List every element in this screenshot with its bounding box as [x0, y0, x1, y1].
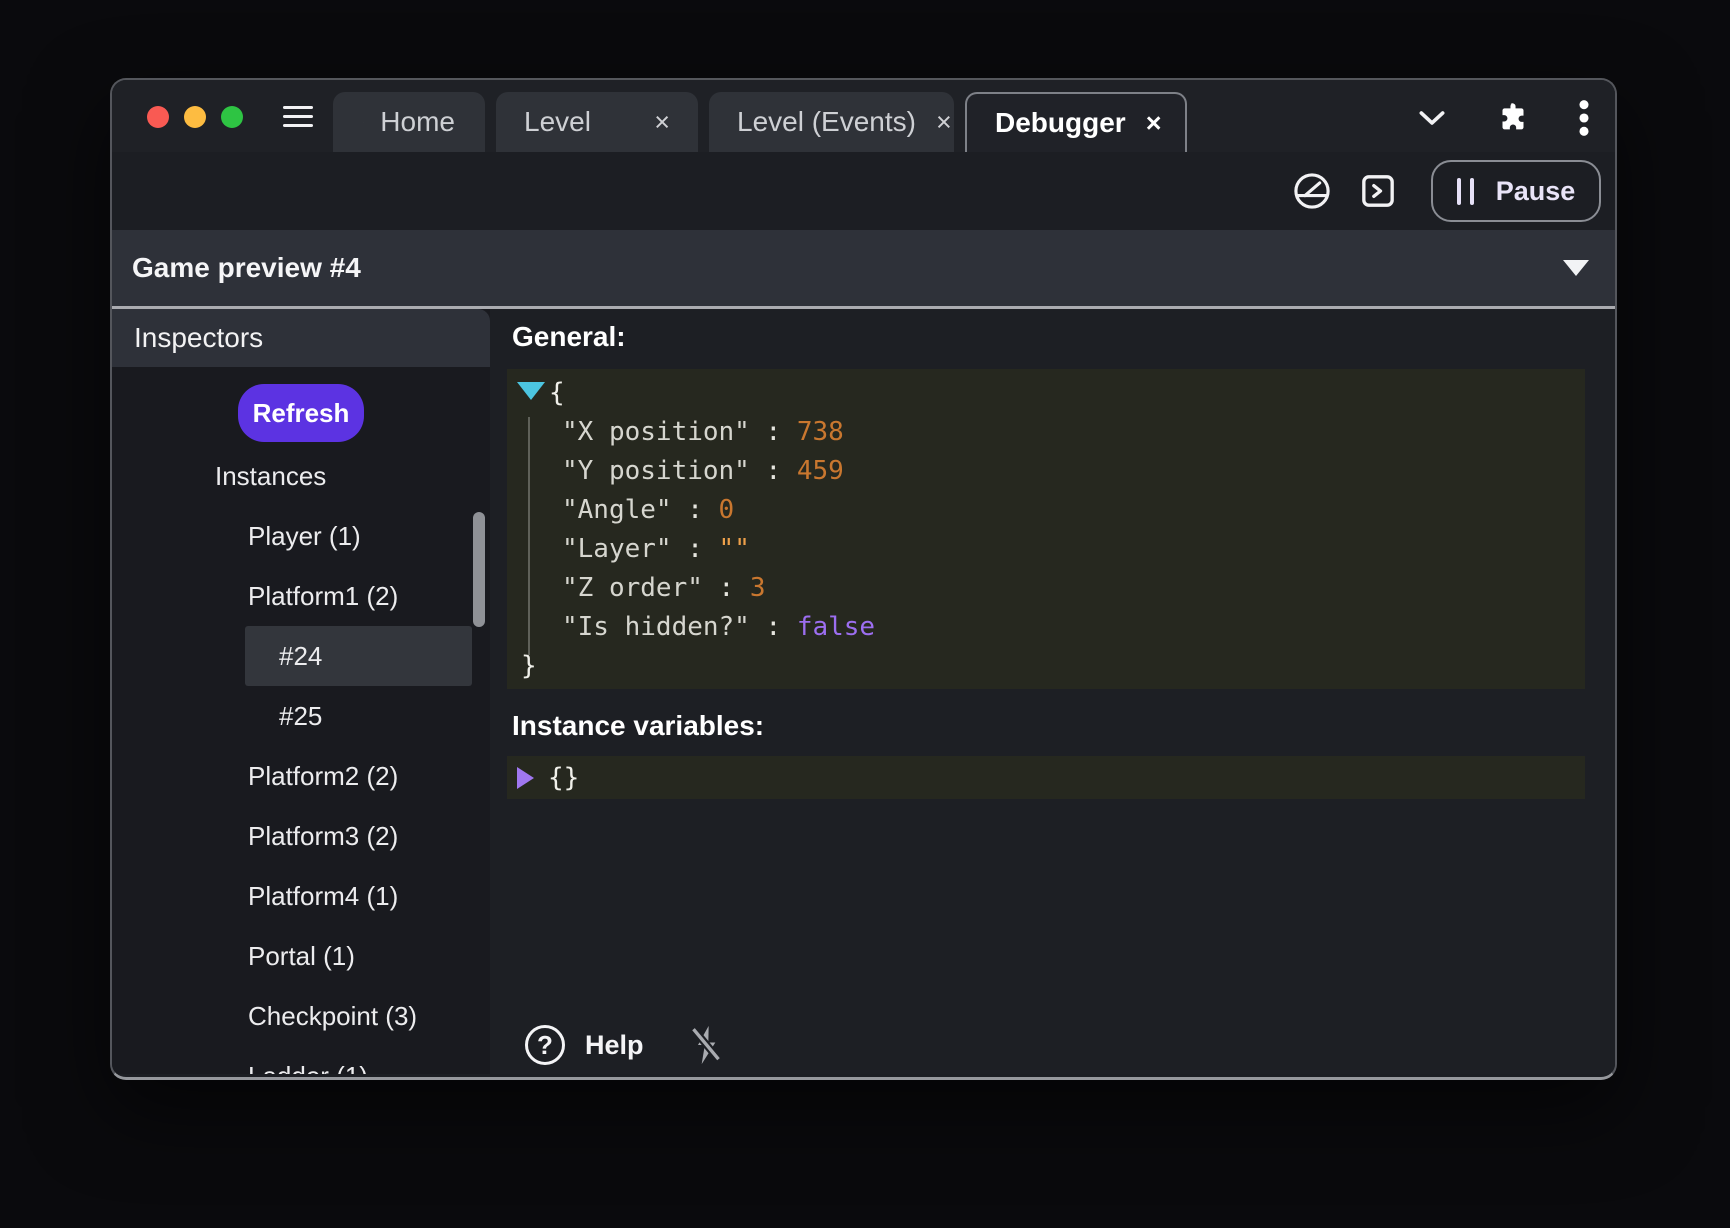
tab-level-events[interactable]: Level (Events) × — [709, 92, 954, 152]
minimize-window-button[interactable] — [184, 106, 206, 128]
debugger-content: Inspectors Refresh InstancesPlayer (1)Pl… — [112, 309, 1615, 1074]
json-key: "Is hidden?" — [562, 612, 750, 642]
sidebar-scrollbar-thumb[interactable] — [473, 512, 485, 627]
more-options-icon[interactable] — [1577, 98, 1591, 138]
json-value: false — [797, 612, 875, 642]
close-icon[interactable]: × — [936, 109, 952, 136]
inspectors-sidebar: Inspectors Refresh InstancesPlayer (1)Pl… — [112, 309, 490, 1074]
tab-label: Level (Events) — [737, 106, 916, 138]
general-json-view: { "X position" : 738"Y position" : 459"A… — [507, 369, 1585, 689]
json-key: "Angle" — [562, 495, 672, 525]
instances-root-item[interactable]: Instances — [112, 446, 490, 506]
sidebar-item[interactable]: Platform3 (2) — [112, 806, 490, 866]
json-entry: "Y position" : 459 — [507, 452, 1585, 491]
general-section-label: General: — [512, 321, 1615, 351]
close-icon[interactable]: × — [1146, 110, 1162, 137]
json-value: 738 — [797, 417, 844, 447]
instance-variables-label: Instance variables: — [512, 710, 1615, 738]
json-value: "" — [719, 534, 750, 564]
sidebar-item[interactable]: Platform1 (2) — [112, 566, 490, 626]
json-entry: "X position" : 738 — [507, 413, 1585, 452]
hamburger-menu-icon[interactable] — [283, 106, 313, 127]
tab-bar: Home Level × Level (Events) × Debugger × — [333, 80, 1187, 152]
inspectors-header: Inspectors — [112, 309, 490, 367]
sidebar-item[interactable]: Player (1) — [112, 506, 490, 566]
json-value: 459 — [797, 456, 844, 486]
json-key: "Y position" — [562, 456, 750, 486]
sidebar-item[interactable]: Platform4 (1) — [112, 866, 490, 926]
close-window-button[interactable] — [147, 106, 169, 128]
titlebar-right-actions — [1415, 98, 1615, 138]
chevron-down-icon[interactable] — [1415, 101, 1449, 135]
game-preview-selector[interactable]: Game preview #4 — [112, 230, 1615, 309]
json-close-brace: } — [507, 647, 1585, 686]
help-row: ? Help — [525, 1023, 726, 1067]
indent-guide — [528, 417, 530, 655]
help-button[interactable]: ? — [525, 1025, 565, 1065]
tab-debugger[interactable]: Debugger × — [965, 92, 1187, 152]
json-value: 0 — [719, 495, 735, 525]
tab-label: Home — [380, 106, 455, 138]
question-mark-icon: ? — [537, 1030, 553, 1061]
tab-label: Level — [524, 106, 591, 138]
variables-json-view: {} — [507, 756, 1585, 799]
profiler-gauge-icon[interactable] — [1291, 170, 1333, 212]
flash-off-icon[interactable] — [686, 1023, 726, 1067]
sidebar-item[interactable]: Portal (1) — [112, 926, 490, 986]
json-separator: : — [750, 417, 797, 447]
json-key: "X position" — [562, 417, 750, 447]
pause-button[interactable]: Pause — [1431, 160, 1601, 222]
close-icon[interactable]: × — [654, 109, 670, 136]
json-separator: : — [750, 612, 797, 642]
instances-list: InstancesPlayer (1)Platform1 (2)#24#25Pl… — [112, 446, 490, 1074]
zoom-window-button[interactable] — [221, 106, 243, 128]
json-key: "Z order" — [562, 573, 703, 603]
refresh-row: Refresh — [112, 384, 490, 442]
tab-label: Debugger — [995, 107, 1126, 139]
json-separator: : — [672, 534, 719, 564]
sidebar-item[interactable]: #25 — [112, 686, 490, 746]
json-entry: "Layer" : "" — [507, 530, 1585, 569]
pause-button-label: Pause — [1496, 176, 1576, 207]
console-icon[interactable] — [1357, 170, 1399, 212]
sidebar-item[interactable]: Checkpoint (3) — [112, 986, 490, 1046]
window-controls — [112, 106, 243, 128]
json-open-brace: { — [507, 374, 1585, 413]
refresh-button[interactable]: Refresh — [238, 384, 364, 442]
debugger-toolbar: Pause — [112, 152, 1615, 230]
title-bar: Home Level × Level (Events) × Debugger × — [112, 80, 1615, 152]
sidebar-item[interactable]: #24 — [245, 626, 472, 686]
json-separator: : — [750, 456, 797, 486]
json-entry: "Is hidden?" : false — [507, 608, 1585, 647]
inspectors-header-label: Inspectors — [134, 322, 263, 354]
general-json-entries: "X position" : 738"Y position" : 459"Ang… — [507, 413, 1585, 647]
pause-icon — [1457, 178, 1474, 205]
sidebar-item[interactable]: Platform2 (2) — [112, 746, 490, 806]
expand-arrow-icon[interactable] — [517, 767, 534, 789]
json-separator: : — [703, 573, 750, 603]
app-window: Home Level × Level (Events) × Debugger × — [110, 78, 1617, 1080]
tab-home[interactable]: Home — [333, 92, 485, 152]
json-value: 3 — [750, 573, 766, 603]
json-entry: "Z order" : 3 — [507, 569, 1585, 608]
sidebar-item[interactable]: Ladder (1) — [112, 1046, 490, 1074]
game-preview-title: Game preview #4 — [132, 252, 361, 284]
help-label[interactable]: Help — [585, 1030, 644, 1061]
collapsed-object-braces: {} — [548, 763, 579, 793]
json-separator: : — [672, 495, 719, 525]
inspector-detail-panel: General: { "X position" : 738"Y position… — [490, 309, 1615, 1074]
tab-level[interactable]: Level × — [496, 92, 698, 152]
collapse-arrow-icon[interactable] — [517, 382, 545, 400]
extensions-puzzle-icon[interactable] — [1495, 100, 1531, 136]
json-key: "Layer" — [562, 534, 672, 564]
dropdown-arrow-icon[interactable] — [1563, 260, 1589, 276]
json-entry: "Angle" : 0 — [507, 491, 1585, 530]
